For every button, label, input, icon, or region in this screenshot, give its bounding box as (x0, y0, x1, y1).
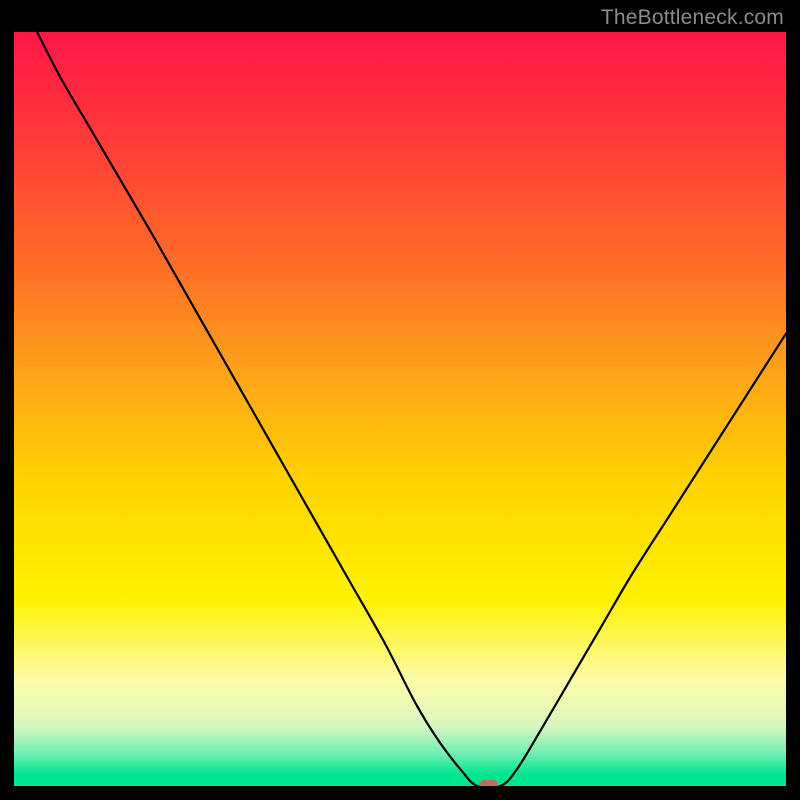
chart-frame (14, 32, 786, 786)
optimal-point-marker (480, 780, 499, 786)
attribution-text: TheBottleneck.com (601, 6, 784, 30)
bottleneck-chart (14, 32, 786, 786)
